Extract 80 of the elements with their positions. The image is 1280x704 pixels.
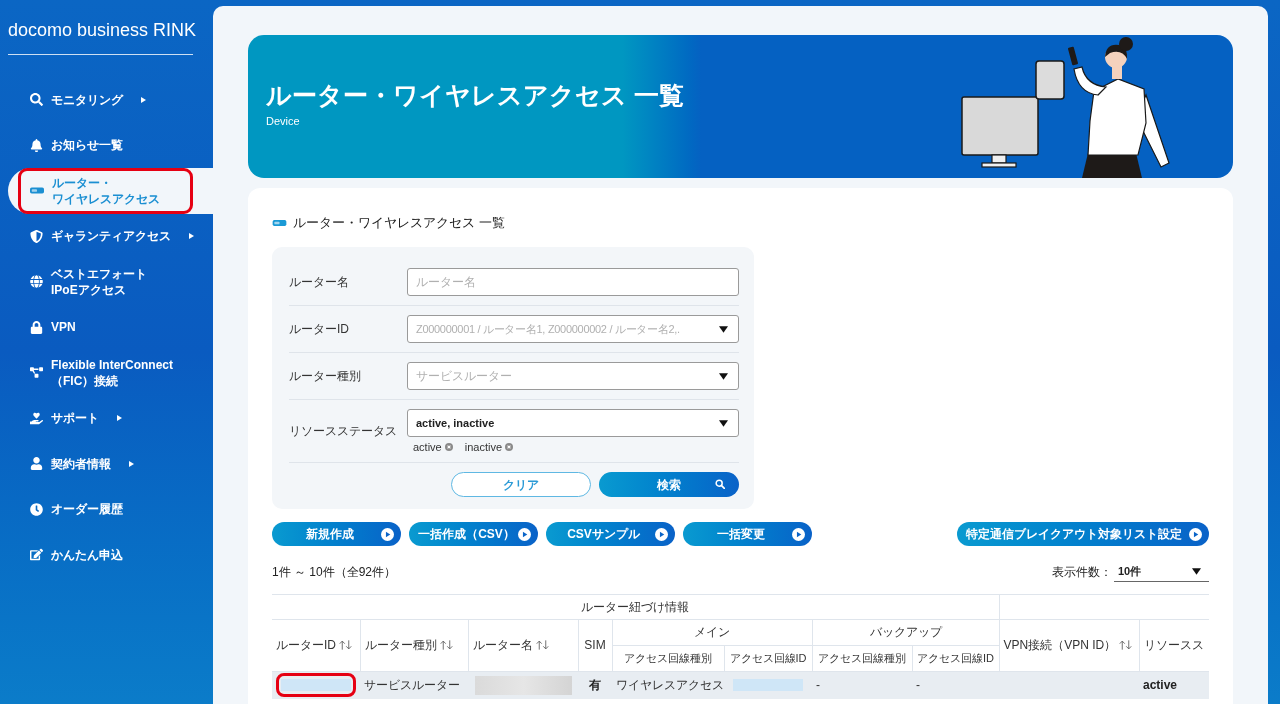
play-circle-icon: [518, 527, 531, 541]
sort-arrows-icon[interactable]: [339, 640, 352, 650]
table-cell: -: [812, 671, 912, 699]
field-label: リソースステータス: [289, 423, 398, 440]
play-circle-icon: [792, 527, 805, 541]
table-cell: -: [912, 671, 999, 699]
search-icon: [715, 479, 725, 489]
bell-icon: [30, 138, 43, 152]
search-button[interactable]: 検索: [599, 472, 739, 497]
field-label: ルーター種別: [289, 368, 362, 385]
sort-arrows-icon[interactable]: [1119, 640, 1133, 650]
chip-label: active: [413, 441, 442, 453]
device-bar-icon: [272, 220, 287, 226]
sidebar-item[interactable]: VPN: [8, 304, 213, 350]
sidebar-item[interactable]: サポート: [8, 395, 213, 441]
hand-heart-icon: [30, 411, 43, 425]
action-button[interactable]: 一括作成（CSV）: [409, 522, 538, 546]
table-cell: 有: [578, 671, 612, 699]
chip-label: inactive: [464, 441, 503, 453]
text-input[interactable]: ルーター名: [407, 268, 739, 296]
device-bar-icon: [30, 187, 44, 195]
field-label: ルーターID: [289, 321, 350, 338]
search-icon: [30, 93, 43, 107]
column-subheader: アクセス回線種別: [812, 645, 912, 671]
sidebar-item[interactable]: ルーター・ワイヤレスアクセス: [8, 168, 213, 214]
action-button[interactable]: CSVサンプル: [546, 522, 675, 546]
sidebar-item[interactable]: Flexible InterConnect （FIC）接続: [8, 350, 213, 396]
action-button[interactable]: 新規作成: [272, 522, 401, 546]
page-title: ルーター・ワイヤレスアクセス 一覧: [266, 80, 684, 110]
close-circle-icon[interactable]: [444, 443, 453, 451]
clock-icon: [30, 502, 43, 516]
field-label: ルーター名: [289, 274, 350, 291]
sidebar-item[interactable]: モニタリング: [8, 77, 213, 123]
table-cell: ワイヤレスアクセス: [612, 671, 724, 699]
sidebar-item[interactable]: かんたん申込: [8, 532, 213, 578]
network-icon: [30, 366, 43, 380]
column-header[interactable]: ルーター種別: [360, 619, 468, 671]
sidebar-item[interactable]: ギャランティアクセス: [8, 213, 213, 259]
caret-down-icon: [719, 372, 728, 380]
column-subheader: アクセス回線ID: [724, 645, 812, 671]
section-title: ルーター・ワイヤレスアクセス 一覧: [293, 214, 505, 233]
caret-down-icon: [719, 419, 728, 427]
play-circle-icon: [1189, 527, 1202, 541]
sidebar-item[interactable]: お知らせ一覧: [8, 122, 213, 168]
column-header: リソースス: [1139, 619, 1209, 671]
table-cell: active: [1139, 671, 1209, 699]
sidebar-item[interactable]: ベストエフォート IPoEアクセス: [8, 259, 213, 305]
logo-text: docomo business RINK: [8, 19, 198, 41]
play-circle-icon: [381, 527, 394, 541]
play-circle-icon: [655, 527, 668, 541]
caret-down-icon: [1192, 568, 1201, 575]
action-button[interactable]: 特定通信ブレイクアウト対象リスト設定: [957, 522, 1209, 546]
page-size-select[interactable]: 10件: [1114, 562, 1209, 582]
column-subheader: アクセス回線ID: [912, 645, 999, 671]
user-icon: [30, 457, 43, 471]
sidebar-item[interactable]: オーダー履歴: [8, 486, 213, 532]
column-header[interactable]: ルーターID: [272, 619, 360, 671]
table-cell: サービスルーター: [360, 671, 468, 699]
result-count: 1件 ～ 10件（全92件）: [272, 564, 397, 581]
globe-icon: [30, 275, 43, 289]
column-group-header: バックアップ: [812, 619, 999, 645]
page-subtitle: Device: [266, 114, 301, 128]
action-button[interactable]: 一括変更: [683, 522, 812, 546]
lock-icon: [30, 320, 43, 334]
caret-down-icon: [719, 325, 728, 333]
clear-button[interactable]: クリア: [451, 472, 591, 497]
sort-arrows-icon[interactable]: [535, 640, 549, 650]
column-group-header: ルーター紐づけ情報: [272, 595, 999, 619]
column-group-header: メイン: [612, 619, 812, 645]
select-field[interactable]: active, inactive: [407, 409, 739, 437]
sort-arrows-icon[interactable]: [439, 640, 453, 650]
column-header: SIM: [578, 619, 612, 671]
column-header[interactable]: ルーター名: [468, 619, 578, 671]
edit-icon: [30, 548, 43, 562]
sidebar-item[interactable]: 契約者情報: [8, 441, 213, 487]
column-subheader: アクセス回線種別: [612, 645, 724, 671]
column-header[interactable]: VPN接続（VPN ID）: [999, 619, 1139, 671]
page-size-label: 表示件数：: [1052, 564, 1112, 581]
shield-icon: [30, 229, 43, 243]
close-circle-icon[interactable]: [505, 443, 514, 451]
